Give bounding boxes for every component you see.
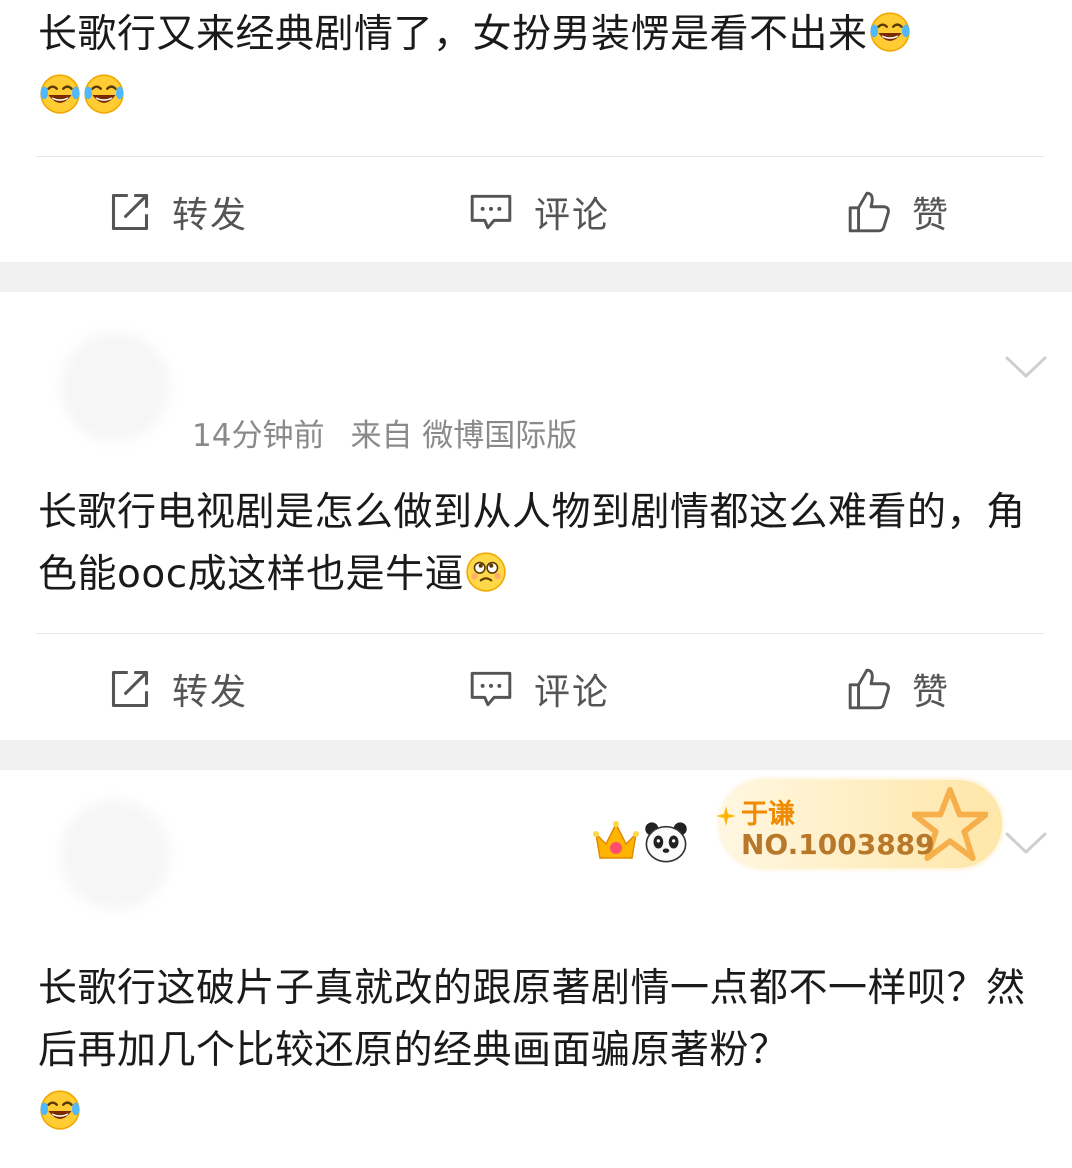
sparkle-icon <box>716 806 736 826</box>
avatar-redacted <box>60 800 170 910</box>
laugh-cry-emoji <box>39 1089 81 1131</box>
vip-crown-icon <box>593 821 639 859</box>
laugh-cry-emoji <box>39 73 81 115</box>
avatar-redacted <box>60 332 170 442</box>
laugh-cry-emoji <box>869 11 911 53</box>
post-text: 长歌行这破片子真就改的跟原著剧情一点都不一样呗？然后再加几个比较还原的经典画面骗… <box>38 958 1038 1144</box>
like-label: 赞 <box>912 672 951 713</box>
repost-button[interactable]: 转发 <box>108 639 248 739</box>
repost-label: 转发 <box>172 195 249 236</box>
chevron-down-icon[interactable] <box>1004 828 1048 858</box>
post-card-1: 长歌行又来经典剧情了，女扮男装愣是看不出来 转发 评论 赞 <box>0 0 1072 262</box>
feed-separator <box>0 740 1072 770</box>
repost-icon <box>108 667 152 711</box>
badge-number: NO.1003889 <box>741 828 935 861</box>
comment-button[interactable]: 评论 <box>468 162 610 262</box>
weibo-feed: 长歌行又来经典剧情了，女扮男装愣是看不出来 转发 评论 赞 14分钟前 来自 微博… <box>0 0 1072 1168</box>
thumbs-up-icon <box>846 189 892 235</box>
laugh-cry-emoji <box>83 73 125 115</box>
badge-name: 于谦 <box>741 799 795 830</box>
repost-label: 转发 <box>172 672 249 713</box>
post-card-2: 14分钟前 来自 微博国际版 长歌行电视剧是怎么做到从人物到剧情都这么难看的，角色… <box>0 292 1072 740</box>
like-button[interactable]: 赞 <box>846 639 950 739</box>
repost-button[interactable]: 转发 <box>108 162 248 262</box>
feed-separator <box>0 262 1072 292</box>
post-meta: 14分钟前 来自 微博国际版 <box>192 410 577 455</box>
panda-icon <box>645 822 687 863</box>
cheeky-face-emoji <box>465 551 507 593</box>
comment-label: 评论 <box>534 195 611 236</box>
comment-button[interactable]: 评论 <box>468 639 610 739</box>
action-bar: 转发 评论 赞 <box>0 162 1072 262</box>
chevron-down-icon[interactable] <box>1004 352 1048 382</box>
divider <box>36 633 1044 634</box>
action-bar: 转发 评论 赞 <box>0 639 1072 739</box>
comment-icon <box>468 668 514 710</box>
like-button[interactable]: 赞 <box>846 162 950 262</box>
comment-icon <box>468 191 514 233</box>
comment-label: 评论 <box>534 672 611 713</box>
post-text: 长歌行又来经典剧情了，女扮男装愣是看不出来 <box>38 4 1038 128</box>
repost-icon <box>108 190 152 234</box>
thumbs-up-icon <box>846 666 892 712</box>
post-source[interactable]: 来自 微博国际版 <box>350 418 577 454</box>
post-text: 长歌行电视剧是怎么做到从人物到剧情都这么难看的，角色能ooc成这样也是牛逼 <box>38 490 1026 597</box>
divider <box>36 156 1044 157</box>
post-time: 14分钟前 <box>192 418 325 454</box>
like-label: 赞 <box>912 195 951 236</box>
